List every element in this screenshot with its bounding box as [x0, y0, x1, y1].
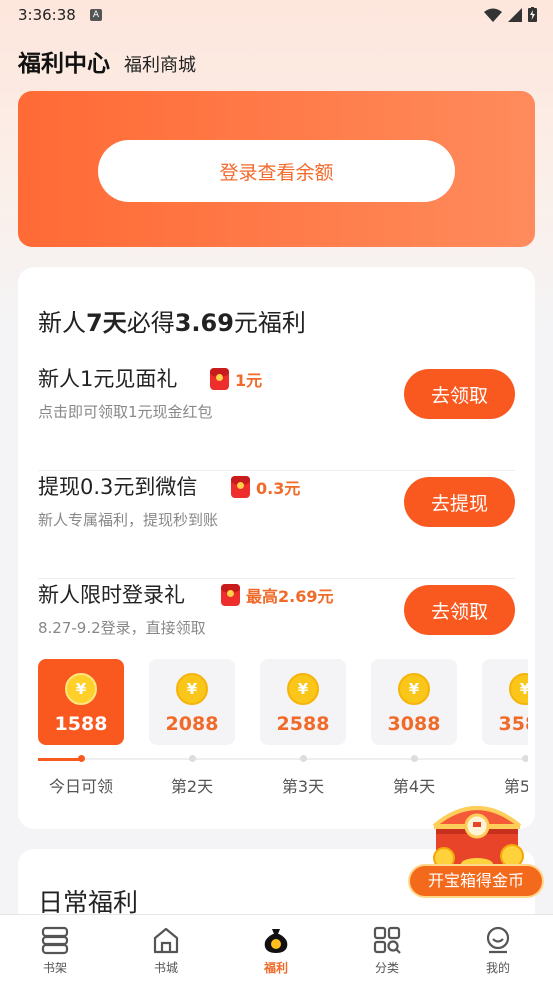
task-amount: 1元 [235, 371, 263, 390]
day-box: ¥ 3088 [371, 659, 457, 745]
open-treasure-button[interactable]: 开宝箱得金币 [408, 864, 544, 898]
signal-icon [508, 7, 522, 22]
status-icons [484, 7, 537, 22]
nav-label: 分类 [374, 961, 399, 975]
page-title: 福利中心 [18, 51, 110, 77]
page-header: 福利中心 福利商城 [18, 44, 196, 78]
task-amount: 最高2.69元 [246, 587, 334, 606]
day-item-2[interactable]: ¥ 2088 第2天 [149, 659, 235, 797]
task-name: 新人1元见面礼 [38, 367, 178, 391]
task-reward-badge: 1元 [210, 367, 262, 391]
coin-icon: ¥ [398, 673, 430, 705]
red-packet-icon [221, 584, 240, 606]
task-description: 8.27-9.2登录，直接领取 [38, 619, 206, 637]
title-mid: 必得 [126, 309, 175, 337]
coin-icon: ¥ [176, 673, 208, 705]
nav-item-bookstore[interactable]: 书城 [111, 925, 221, 976]
nav-label: 我的 [485, 961, 510, 975]
nav-label: 书城 [153, 961, 178, 975]
home-icon [153, 927, 179, 954]
coin-icon: ¥ [287, 673, 319, 705]
category-icon [373, 926, 401, 954]
day-coin-value: 1588 [54, 713, 108, 735]
profile-icon [486, 926, 510, 954]
day-item-5[interactable]: ¥ 3588 第5天 [482, 659, 528, 797]
task-description: 新人专属福利，提现秒到账 [38, 511, 219, 529]
day-label: 第2天 [170, 777, 214, 796]
task-description: 点击即可领取1元现金红包 [38, 403, 213, 421]
bottom-navigation: 书架 书城 福利 分类 我的 [0, 914, 553, 984]
status-bar: 3:36:38 A [0, 0, 553, 32]
bookshelf-icon [41, 926, 69, 955]
day-box: ¥ 3588 [482, 659, 528, 745]
tab-welfare-mall[interactable]: 福利商城 [124, 51, 196, 77]
day-item-1[interactable]: ¥ 1588 今日可领 [38, 659, 124, 797]
red-packet-icon [210, 368, 229, 390]
day-item-4[interactable]: ¥ 3088 第4天 [371, 659, 457, 797]
nav-item-welfare[interactable]: 福利 [221, 925, 331, 976]
day-label: 第3天 [281, 777, 325, 796]
task-reward-badge: 最高2.69元 [221, 583, 333, 607]
red-packet-icon [231, 476, 250, 498]
nav-item-bookshelf[interactable]: 书架 [0, 925, 110, 976]
balance-card: 登录查看余额 [18, 91, 535, 247]
day-box: ¥ 2088 [149, 659, 235, 745]
notification-icon: A [90, 9, 102, 21]
day-coin-value: 2088 [165, 713, 219, 735]
status-time: 3:36:38 [18, 6, 76, 24]
nav-item-profile[interactable]: 我的 [443, 925, 553, 976]
claim-button[interactable]: 去领取 [404, 585, 515, 635]
day-label: 今日可领 [48, 777, 113, 796]
withdraw-button[interactable]: 去提现 [404, 477, 515, 527]
day-box: ¥ 1588 [38, 659, 124, 745]
nav-label: 书架 [42, 961, 67, 975]
newbie-welfare-card: 新人7天必得3.69元福利 新人1元见面礼 1元 点击即可领取1元现金红包 去领… [18, 267, 535, 829]
title-days: 7天 [86, 309, 127, 337]
task-reward-badge: 0.3元 [231, 475, 300, 499]
newbie-title: 新人7天必得3.69元福利 [38, 303, 306, 338]
treasure-chest-icon [432, 806, 524, 868]
title-suffix: 元福利 [233, 309, 306, 337]
task-name: 提现0.3元到微信 [38, 475, 198, 499]
claim-button[interactable]: 去领取 [404, 369, 515, 419]
wifi-icon [484, 8, 502, 22]
login-view-balance-button[interactable]: 登录查看余额 [98, 140, 455, 202]
battery-icon [528, 7, 537, 22]
money-bag-icon [264, 929, 288, 953]
checkin-day-strip[interactable]: ¥ 1588 今日可领 ¥ 2088 第2天 ¥ 2588 第3天 ¥ 3088 [38, 659, 528, 809]
task-row: 新人1元见面礼 1元 点击即可领取1元现金红包 去领取 [38, 363, 515, 471]
nav-item-category[interactable]: 分类 [332, 925, 442, 976]
day-coin-value: 3088 [387, 713, 441, 735]
coin-icon: ¥ [65, 673, 97, 705]
day-box: ¥ 2588 [260, 659, 346, 745]
coin-icon: ¥ [509, 673, 528, 705]
day-item-3[interactable]: ¥ 2588 第3天 [260, 659, 346, 797]
nav-label: 福利 [263, 961, 288, 975]
title-prefix: 新人 [38, 309, 86, 337]
day-coin-value: 2588 [276, 713, 330, 735]
day-coin-value: 3588 [498, 713, 528, 735]
title-amount: 3.69 [174, 309, 234, 337]
task-amount: 0.3元 [256, 479, 301, 498]
treasure-chest-widget[interactable]: 开宝箱得金币 [408, 790, 548, 902]
task-name: 新人限时登录礼 [38, 583, 185, 607]
task-row: 提现0.3元到微信 0.3元 新人专属福利，提现秒到账 去提现 [38, 471, 515, 579]
